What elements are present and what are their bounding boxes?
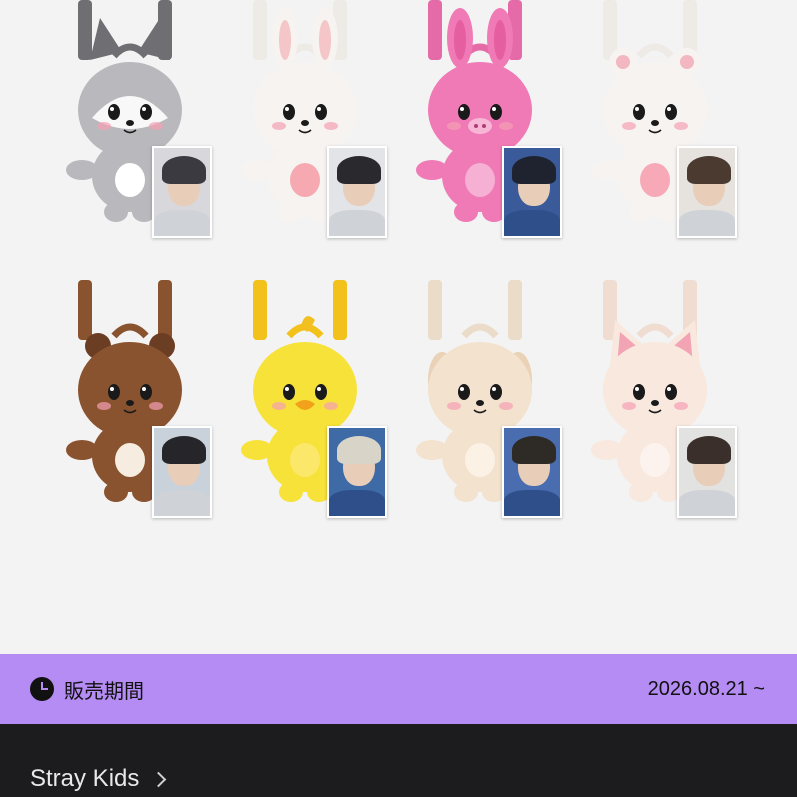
artist-section: Stray Kids <box>0 724 797 797</box>
photocard-image <box>152 146 212 238</box>
product-image <box>0 0 797 654</box>
photocard-image <box>502 426 562 518</box>
photocard-image <box>677 426 737 518</box>
plush-backpack-pig-rabbit <box>390 0 580 270</box>
plush-backpack-quokka <box>40 280 230 550</box>
photocard-image <box>327 146 387 238</box>
plush-backpack-rabbit <box>215 0 405 270</box>
artist-link[interactable]: Stray Kids <box>30 765 167 797</box>
photocard-image <box>502 146 562 238</box>
chevron-right-icon <box>151 771 167 787</box>
plush-backpack-cat <box>565 0 755 270</box>
sale-period-label: 販売期間 <box>64 678 144 703</box>
sale-period-date: 2026.08.21 ~ <box>647 677 765 700</box>
plush-backpack-fox <box>565 280 755 550</box>
photocard-image <box>677 146 737 238</box>
clock-icon <box>30 677 54 701</box>
photocard-image <box>327 426 387 518</box>
plush-backpack-wolf <box>40 0 230 270</box>
sale-period-bar: 販売期間 2026.08.21 ~ <box>0 654 797 724</box>
photocard-image <box>152 426 212 518</box>
artist-name: Stray Kids <box>30 765 140 792</box>
plush-backpack-chick <box>215 280 405 550</box>
plush-backpack-puppy <box>390 280 580 550</box>
